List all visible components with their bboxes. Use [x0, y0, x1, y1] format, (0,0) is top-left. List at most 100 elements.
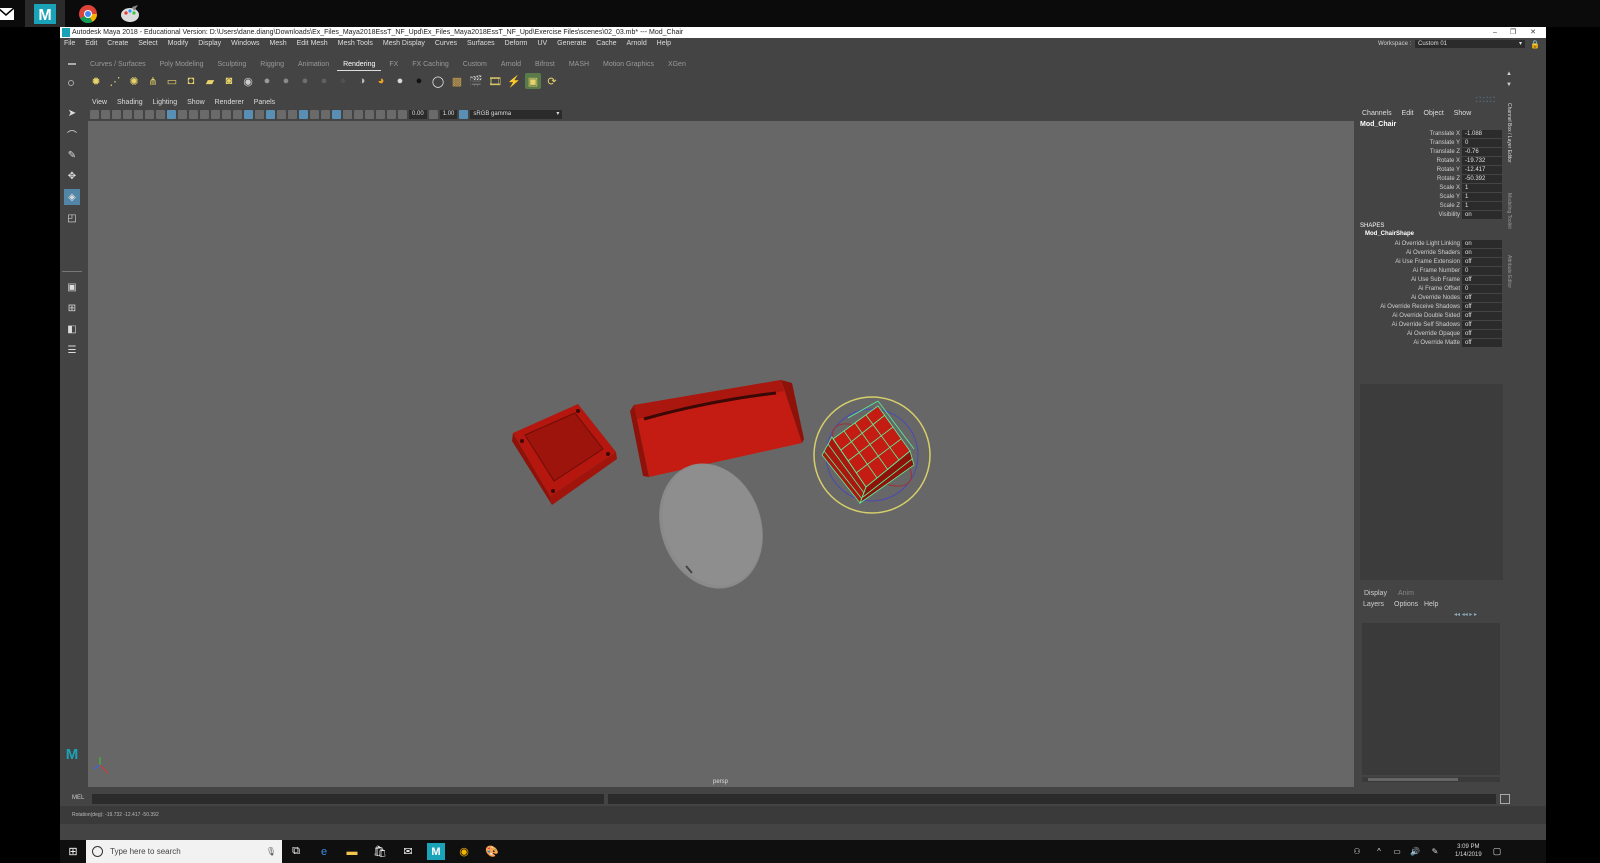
- shape-attr-row[interactable]: Ai Override Shaders on: [1358, 249, 1504, 258]
- camera-icon[interactable]: ▰: [202, 73, 218, 89]
- xray-components-icon[interactable]: [387, 109, 396, 119]
- wireframe-on-shaded-icon[interactable]: [266, 109, 275, 119]
- microphone-icon[interactable]: 🎙: [266, 840, 276, 863]
- persp-outliner-icon[interactable]: ◧: [64, 321, 80, 337]
- channel-value[interactable]: 1: [1462, 184, 1502, 192]
- menu-edit[interactable]: Edit: [81, 38, 101, 50]
- scale-tool-icon[interactable]: ◰: [64, 210, 80, 226]
- ramp-shader-icon[interactable]: ◕: [373, 73, 389, 89]
- channel-value[interactable]: -12.417: [1462, 166, 1502, 174]
- colorspace-dropdown[interactable]: sRGB gamma ▾: [470, 109, 563, 119]
- layer-action-icons[interactable]: ◂◂ ◂◂ ▸ ▸: [1454, 611, 1477, 618]
- shape-attr-value[interactable]: off: [1462, 321, 1502, 329]
- screen-space-ao-icon[interactable]: [310, 109, 319, 119]
- camera-attributes-icon[interactable]: [101, 109, 110, 119]
- mail-icon[interactable]: [0, 0, 26, 27]
- perspective-viewport[interactable]: persp: [88, 121, 1354, 787]
- menu-arnold[interactable]: Arnold: [622, 38, 650, 50]
- task-view-icon[interactable]: ⧉: [287, 843, 305, 860]
- side-tab-channel-box[interactable]: Channel Box / Layer Editor: [1506, 103, 1512, 163]
- channel-row[interactable]: Translate Z -0.76: [1358, 148, 1504, 157]
- shape-attr-row[interactable]: Ai Override Matte off: [1358, 339, 1504, 348]
- shelf-tab-sculpting[interactable]: Sculpting: [212, 60, 253, 70]
- shape-attr-row[interactable]: Ai Override Light Linking on: [1358, 240, 1504, 249]
- rotate-tool-icon[interactable]: ◈: [64, 189, 80, 205]
- four-view-icon[interactable]: ⊞: [64, 300, 80, 316]
- point-light-icon[interactable]: ✺: [126, 73, 142, 89]
- channel-row[interactable]: Scale Y1: [1358, 193, 1504, 202]
- grease-pencil-icon[interactable]: [145, 109, 154, 119]
- render-sequence-icon[interactable]: ⟳: [544, 73, 560, 89]
- shape-attr-row[interactable]: Ai Override Double Sided off: [1358, 312, 1504, 321]
- people-icon[interactable]: ⚇: [1348, 843, 1366, 860]
- shelf-tab-xgen[interactable]: XGen: [662, 60, 692, 70]
- panel-menu-view[interactable]: View: [88, 97, 111, 108]
- safe-title-icon[interactable]: [222, 109, 231, 119]
- shape-attr-row[interactable]: Ai Frame Offset 0: [1358, 285, 1504, 294]
- shape-attr-value[interactable]: off: [1462, 276, 1502, 284]
- channel-value[interactable]: -50.392: [1462, 175, 1502, 183]
- grid-icon[interactable]: [156, 109, 165, 119]
- store-icon[interactable]: 🛍: [371, 843, 389, 860]
- phong-material-icon[interactable]: ●: [335, 73, 351, 89]
- shape-attr-row[interactable]: Ai Use Frame Extension off: [1358, 258, 1504, 267]
- image-plane-icon[interactable]: [123, 109, 132, 119]
- menu-curves[interactable]: Curves: [431, 38, 461, 50]
- chevron-up-icon[interactable]: ^: [1370, 843, 1388, 860]
- anisotropic-material-icon[interactable]: ●: [259, 73, 275, 89]
- channel-value[interactable]: on: [1462, 211, 1502, 219]
- selected-chair-object[interactable]: [813, 396, 931, 514]
- edge-icon[interactable]: e: [315, 843, 333, 860]
- shelf-scroll-down-icon[interactable]: ▼: [1506, 82, 1512, 88]
- shape-attr-row[interactable]: Ai Override Self Shadows off: [1358, 321, 1504, 330]
- chrome-app-icon[interactable]: [68, 0, 108, 27]
- command-input[interactable]: [92, 794, 604, 804]
- workspace-dropdown[interactable]: Custom 01 ▾: [1415, 40, 1525, 48]
- anti-aliasing-icon[interactable]: [332, 109, 341, 119]
- volume-icon[interactable]: 🔊: [1406, 843, 1424, 860]
- smooth-shade-icon[interactable]: [244, 109, 253, 119]
- mel-label[interactable]: MEL: [72, 795, 84, 801]
- 2d-pan-zoom-icon[interactable]: [134, 109, 143, 119]
- gate-mask-icon[interactable]: [189, 109, 198, 119]
- channel-value[interactable]: 1: [1462, 193, 1502, 201]
- isolate-select-icon[interactable]: [354, 109, 363, 119]
- shape-attr-value[interactable]: off: [1462, 258, 1502, 266]
- mail-icon[interactable]: ✉: [399, 843, 417, 860]
- wireframe-icon[interactable]: [233, 109, 242, 119]
- channel-row[interactable]: Scale X1: [1358, 184, 1504, 193]
- channel-row[interactable]: Translate Y0: [1358, 139, 1504, 148]
- menu-deform[interactable]: Deform: [501, 38, 532, 50]
- menu-file[interactable]: File: [60, 38, 79, 50]
- gamma-icon[interactable]: [428, 109, 438, 119]
- minimize-button[interactable]: –: [1488, 27, 1502, 38]
- render-current-frame-icon[interactable]: 🎬: [468, 73, 484, 89]
- channel-box-toolbar-icons[interactable]: ⛶ ⛶ ⛶: [1476, 97, 1495, 105]
- outliner-icon[interactable]: ☰: [64, 342, 80, 358]
- camera-aim-icon[interactable]: ◙: [221, 73, 237, 89]
- single-perspective-view-icon[interactable]: ▣: [64, 279, 80, 295]
- shape-attr-row[interactable]: Ai Override Opaque off: [1358, 330, 1504, 339]
- shape-attr-value[interactable]: off: [1462, 339, 1502, 347]
- render-settings-icon[interactable]: ▩: [449, 73, 465, 89]
- maya-taskbar-icon[interactable]: M: [427, 843, 445, 860]
- channel-row[interactable]: Rotate Z -50.392: [1358, 175, 1504, 184]
- lock-icon[interactable]: 🔒: [1530, 39, 1540, 51]
- layered-material-icon[interactable]: ●: [316, 73, 332, 89]
- render-view-icon[interactable]: ⚡: [506, 73, 522, 89]
- shelf-tab-poly-modeling[interactable]: Poly Modeling: [154, 60, 210, 70]
- layer-scrollbar-thumb[interactable]: [1368, 778, 1458, 781]
- shading-map-icon[interactable]: ●: [392, 73, 408, 89]
- panel-menu-shading[interactable]: Shading: [113, 97, 147, 108]
- phong-e-material-icon[interactable]: ◑: [354, 73, 370, 89]
- chair-seat-object[interactable]: [512, 404, 617, 505]
- directional-light-icon[interactable]: ⋰: [107, 73, 123, 89]
- exposure-field[interactable]: 0.00: [409, 109, 427, 119]
- layer-scrollbar[interactable]: [1362, 777, 1500, 782]
- search-box[interactable]: Type here to search 🎙: [86, 840, 282, 863]
- shape-attr-value[interactable]: 0: [1462, 267, 1502, 275]
- clock[interactable]: 3:09 PM 1/14/2019: [1455, 843, 1482, 859]
- channel-value[interactable]: 0: [1462, 139, 1502, 147]
- shape-attr-value[interactable]: on: [1462, 249, 1502, 257]
- shape-attr-row[interactable]: Ai Use Sub Frame off: [1358, 276, 1504, 285]
